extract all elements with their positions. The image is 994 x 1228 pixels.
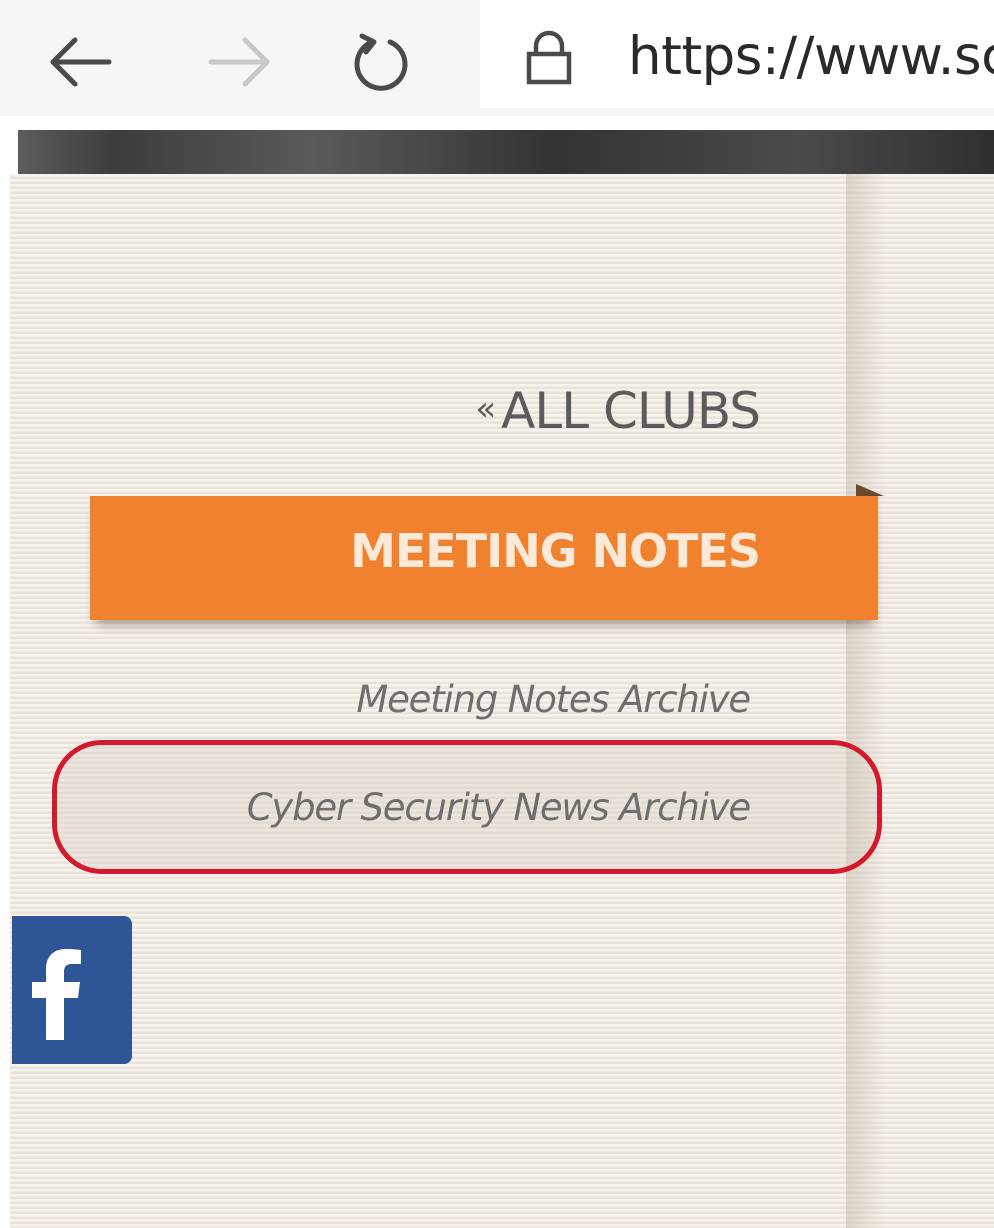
facebook-button[interactable] [12, 916, 132, 1064]
refresh-icon [354, 33, 408, 91]
content-divider [846, 174, 886, 1228]
arrow-left-icon [50, 37, 112, 87]
meeting-notes-archive-link[interactable]: Meeting Notes Archive [10, 678, 751, 721]
double-chevron-left-icon: « [475, 389, 496, 429]
refresh-button[interactable] [340, 22, 420, 102]
all-clubs-link[interactable]: «ALL CLUBS [310, 382, 761, 440]
page-body: «ALL CLUBS MEETING NOTES Meeting Notes A… [10, 174, 994, 1228]
arrow-right-icon [208, 37, 270, 87]
browser-toolbar: https://www.sc [0, 0, 994, 116]
facebook-icon [32, 949, 81, 1040]
address-bar[interactable]: https://www.sc [480, 0, 994, 108]
meeting-notes-tab[interactable]: MEETING NOTES [90, 484, 884, 620]
section-title: MEETING NOTES [350, 524, 761, 578]
lock-icon [526, 30, 572, 85]
all-clubs-label: ALL CLUBS [501, 382, 761, 440]
url-text: https://www.sc [628, 26, 994, 87]
site-header-banner [18, 130, 994, 174]
back-button[interactable] [40, 22, 120, 102]
cyber-security-news-archive-link[interactable]: Cyber Security News Archive [10, 786, 751, 829]
forward-button[interactable] [200, 22, 280, 102]
